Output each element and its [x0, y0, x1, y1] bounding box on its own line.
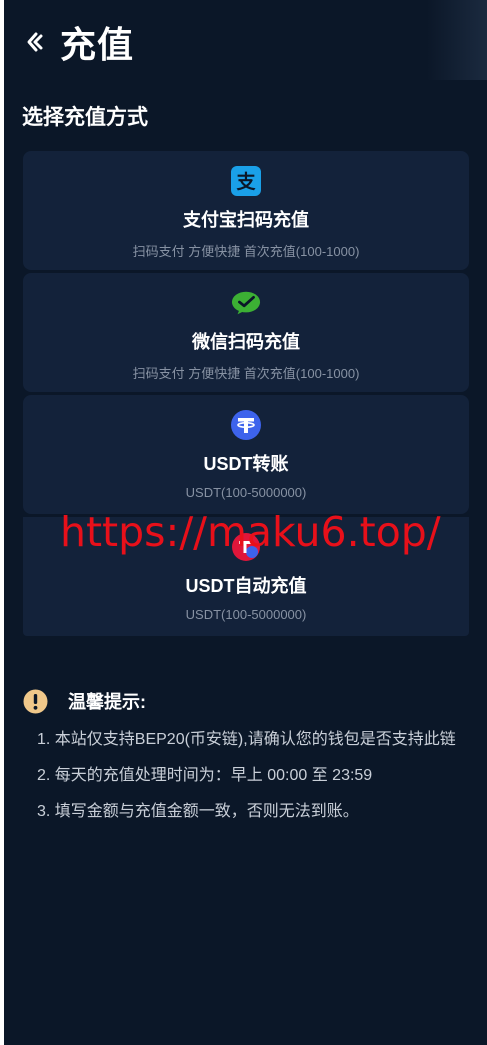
exclamation-icon — [23, 689, 48, 713]
method-wechat[interactable]: 微信扫码充值 扫码支付 方便快捷 首次充值(100-1000) — [23, 273, 469, 392]
method-desc: USDT(100-5000000) — [185, 485, 307, 500]
tips-list: 1. 本站仅支持BEP20(币安链),请确认您的钱包是否支持此链 2. 每天的充… — [23, 728, 463, 824]
chevron-left-double-icon — [27, 32, 43, 52]
method-desc: 扫码支付 方便快捷 首次充值(100-1000) — [132, 366, 360, 381]
usdt-auto-icon — [231, 532, 261, 562]
tips-section: 温馨提示: 1. 本站仅支持BEP20(币安链),请确认您的钱包是否支持此链 2… — [23, 688, 463, 824]
page-title: 充值 — [60, 24, 135, 65]
method-desc: 扫码支付 方便快捷 首次充值(100-1000) — [132, 244, 360, 259]
wechat-icon — [231, 288, 261, 318]
alipay-icon: 支 — [231, 166, 261, 196]
method-usdt-auto[interactable]: USDT自动充值 USDT(100-5000000) — [23, 517, 469, 636]
method-name: 支付宝扫码充值 — [183, 210, 309, 230]
tip-item: 1. 本站仅支持BEP20(币安链),请确认您的钱包是否支持此链 — [37, 731, 456, 748]
tether-icon — [231, 410, 261, 440]
tip-item: 2. 每天的充值处理时间为：早上 00:00 至 23:59 — [37, 767, 373, 784]
section-title: 选择充值方式 — [22, 106, 148, 129]
method-name: 微信扫码充值 — [192, 332, 300, 352]
back-button[interactable] — [22, 27, 48, 57]
svg-text:支: 支 — [235, 171, 256, 193]
header: 充值 — [4, 0, 487, 84]
tips-header: 温馨提示: — [23, 688, 463, 714]
tips-title: 温馨提示: — [68, 692, 146, 712]
method-name: USDT转账 — [203, 454, 289, 474]
method-alipay[interactable]: 支 支付宝扫码充值 扫码支付 方便快捷 首次充值(100-1000) — [23, 151, 469, 270]
recharge-page: 充值 选择充值方式 支 支付宝扫码充值 扫码支付 方便快捷 首次充值(100-1… — [0, 0, 487, 1045]
method-usdt-transfer[interactable]: USDT转账 USDT(100-5000000) — [23, 395, 469, 514]
tip-item: 3. 填写金额与充值金额一致，否则无法到账。 — [37, 803, 359, 820]
payment-methods: 支 支付宝扫码充值 扫码支付 方便快捷 首次充值(100-1000) 微信扫码充… — [23, 151, 469, 636]
method-desc: USDT(100-5000000) — [185, 607, 307, 622]
method-name: USDT自动充值 — [185, 576, 307, 596]
